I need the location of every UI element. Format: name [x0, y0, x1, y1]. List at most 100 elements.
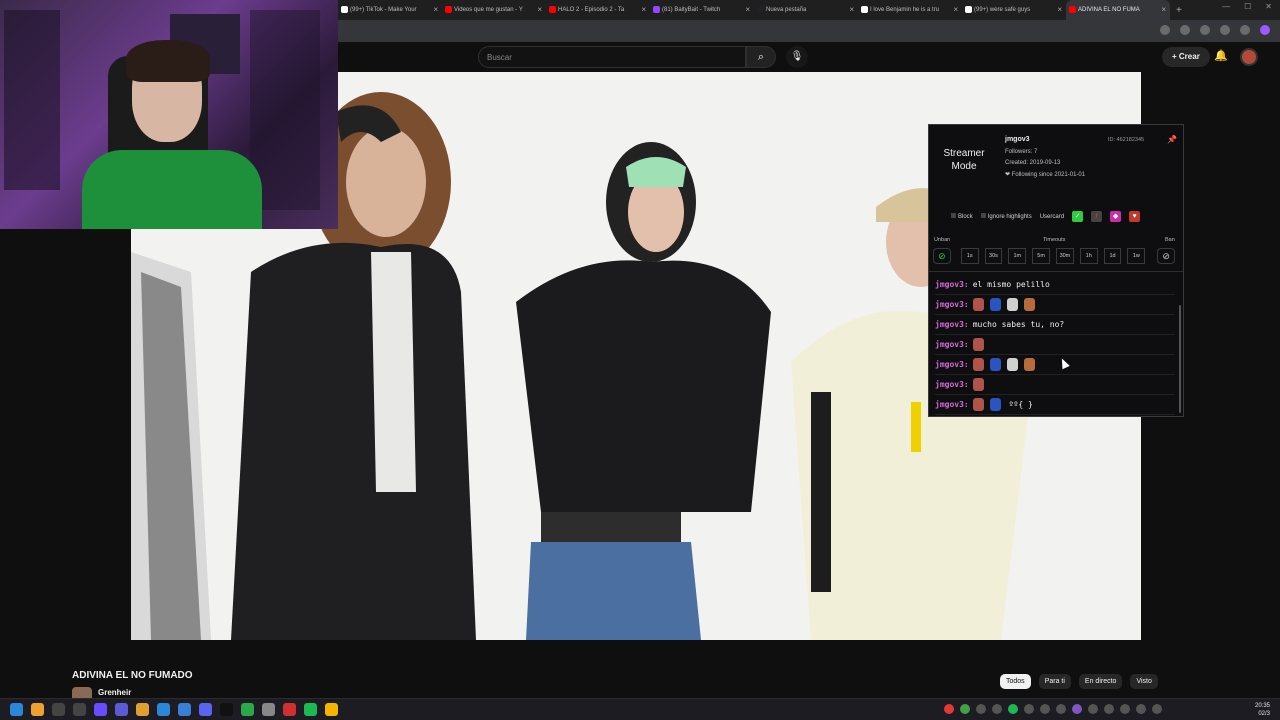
chat-scrollbar[interactable] — [1179, 305, 1181, 413]
minimize-icon[interactable]: — — [1222, 2, 1230, 11]
microphone-icon: 🎙 — [790, 51, 804, 62]
browser-tab[interactable]: (81) BaityBait - Twitch × — [650, 0, 754, 20]
create-button[interactable]: + Crear — [1162, 47, 1210, 67]
browser-tab[interactable]: HALO 2 - Episodio 2 - Ta × — [546, 0, 650, 20]
chrome-icon[interactable] — [325, 703, 338, 716]
mod-icon[interactable]: ✓ — [1072, 211, 1084, 222]
task-view-icon[interactable] — [73, 703, 86, 716]
chat-username[interactable]: jmgov3: — [935, 300, 969, 309]
chat-username[interactable]: jmgov3: — [935, 360, 969, 369]
tray-icon[interactable] — [944, 704, 954, 714]
extensions-puzzle-icon[interactable] — [1240, 25, 1250, 35]
tab-close-icon[interactable]: × — [849, 5, 854, 14]
profile-avatar[interactable] — [1260, 25, 1270, 35]
sword-icon[interactable]: / — [1091, 211, 1103, 222]
block-checkbox[interactable]: Block — [951, 213, 973, 220]
volume-icon[interactable] — [1136, 704, 1146, 714]
app-icon[interactable] — [157, 703, 170, 716]
close-icon[interactable]: ✕ — [1265, 2, 1272, 11]
tray-icon[interactable] — [1072, 704, 1082, 714]
tab-close-icon[interactable]: × — [953, 5, 958, 14]
extension-icon[interactable] — [1160, 25, 1170, 35]
search-input[interactable]: Buscar — [478, 46, 746, 68]
pin-icon[interactable]: 📌 — [1167, 135, 1177, 144]
filter-chip[interactable]: Todos — [1000, 674, 1031, 689]
ignore-highlights-checkbox[interactable]: Ignore highlights — [980, 213, 1032, 220]
tab-close-icon[interactable]: × — [641, 5, 646, 14]
discord-icon[interactable] — [199, 703, 212, 716]
tab-close-icon[interactable]: × — [745, 5, 750, 14]
wifi-icon[interactable] — [1120, 704, 1130, 714]
timeout-button[interactable]: 1m — [1008, 248, 1027, 264]
tray-icon[interactable] — [1104, 704, 1114, 714]
app-icon[interactable] — [94, 703, 107, 716]
chat-username[interactable]: jmgov3: — [935, 380, 969, 389]
tab-favicon-icon — [341, 6, 348, 13]
app-icon[interactable] — [52, 703, 65, 716]
search-button[interactable]: ⌕ — [746, 46, 776, 68]
chat-message: jmgov3: — [935, 355, 1175, 375]
chat-username[interactable]: jmgov3: — [935, 340, 969, 349]
tab-favicon-icon — [445, 6, 452, 13]
app-icon[interactable] — [136, 703, 149, 716]
timeout-button[interactable]: 1s — [960, 248, 979, 264]
tray-icon[interactable] — [1056, 704, 1066, 714]
tray-icon[interactable] — [960, 704, 970, 714]
heart-icon[interactable]: ♥ — [1129, 211, 1141, 222]
voice-search-button[interactable]: 🎙 — [786, 46, 808, 68]
timeout-button[interactable]: 1w — [1127, 248, 1146, 264]
extension-icon[interactable] — [1200, 25, 1210, 35]
windows-start-icon[interactable] — [10, 703, 23, 716]
browser-tab[interactable]: ADIVINA EL NO FUMA × — [1066, 0, 1170, 20]
gem-icon[interactable]: ◆ — [1110, 211, 1122, 222]
search-icon[interactable] — [31, 703, 44, 716]
tab-favicon-icon — [965, 6, 972, 13]
unban-button[interactable]: ⊘ — [933, 248, 951, 264]
filter-chip[interactable]: Para ti — [1038, 674, 1071, 689]
taskbar-clock[interactable]: 20:35 02/3 — [1255, 702, 1270, 718]
timeout-button[interactable]: 5m — [1032, 248, 1051, 264]
app-icon[interactable] — [262, 703, 275, 716]
tiktok-icon[interactable] — [220, 703, 233, 716]
usercard-username[interactable]: jmgov3 — [1005, 136, 1030, 143]
maximize-icon[interactable]: ☐ — [1244, 2, 1251, 11]
browser-tab[interactable]: I love Benjamin he is a tru × — [858, 0, 962, 20]
channel-avatar[interactable] — [72, 687, 92, 698]
extension-icon[interactable] — [1180, 25, 1190, 35]
browser-tab[interactable]: (99+) were safe guys × — [962, 0, 1066, 20]
tab-close-icon[interactable]: × — [537, 5, 542, 14]
chat-username[interactable]: jmgov3: — [935, 280, 969, 289]
timeout-button[interactable]: 1d — [1103, 248, 1122, 264]
tray-icon[interactable] — [1040, 704, 1050, 714]
battery-icon[interactable] — [1152, 704, 1162, 714]
tray-icon[interactable] — [1008, 704, 1018, 714]
spotify-icon[interactable] — [304, 703, 317, 716]
app-icon[interactable] — [241, 703, 254, 716]
timeout-button[interactable]: 30m — [1056, 248, 1074, 264]
app-icon[interactable] — [283, 703, 296, 716]
tray-icon[interactable] — [1024, 704, 1034, 714]
browser-tab[interactable]: Nueva pestaña × — [754, 0, 858, 20]
tray-icon[interactable] — [1088, 704, 1098, 714]
filter-chip[interactable]: En directo — [1078, 674, 1123, 689]
filter-chip[interactable]: Visto — [1130, 674, 1158, 689]
tray-icon[interactable] — [976, 704, 986, 714]
channel-name[interactable]: Grenheir — [98, 688, 131, 697]
chat-username[interactable]: jmgov3: — [935, 320, 969, 329]
timeout-button[interactable]: 1h — [1079, 248, 1098, 264]
account-avatar[interactable] — [1240, 48, 1258, 66]
notifications-bell-icon[interactable]: 🔔 — [1214, 49, 1228, 62]
tab-close-icon[interactable]: × — [433, 5, 438, 14]
ban-button[interactable]: ⊘ — [1157, 248, 1176, 264]
bookmark-star-icon[interactable] — [1220, 25, 1230, 35]
tab-close-icon[interactable]: × — [1057, 5, 1062, 14]
app-icon[interactable] — [178, 703, 191, 716]
chat-username[interactable]: jmgov3: — [935, 400, 969, 409]
tray-icon[interactable] — [992, 704, 1002, 714]
browser-tab[interactable]: (99+) TikTok - Make Your × — [338, 0, 442, 20]
new-tab-button[interactable]: + — [1176, 5, 1182, 16]
browser-tab[interactable]: Videos que me gustan - Y × — [442, 0, 546, 20]
timeout-button[interactable]: 30s — [984, 248, 1003, 264]
app-icon[interactable] — [115, 703, 128, 716]
tab-close-icon[interactable]: × — [1161, 5, 1166, 14]
